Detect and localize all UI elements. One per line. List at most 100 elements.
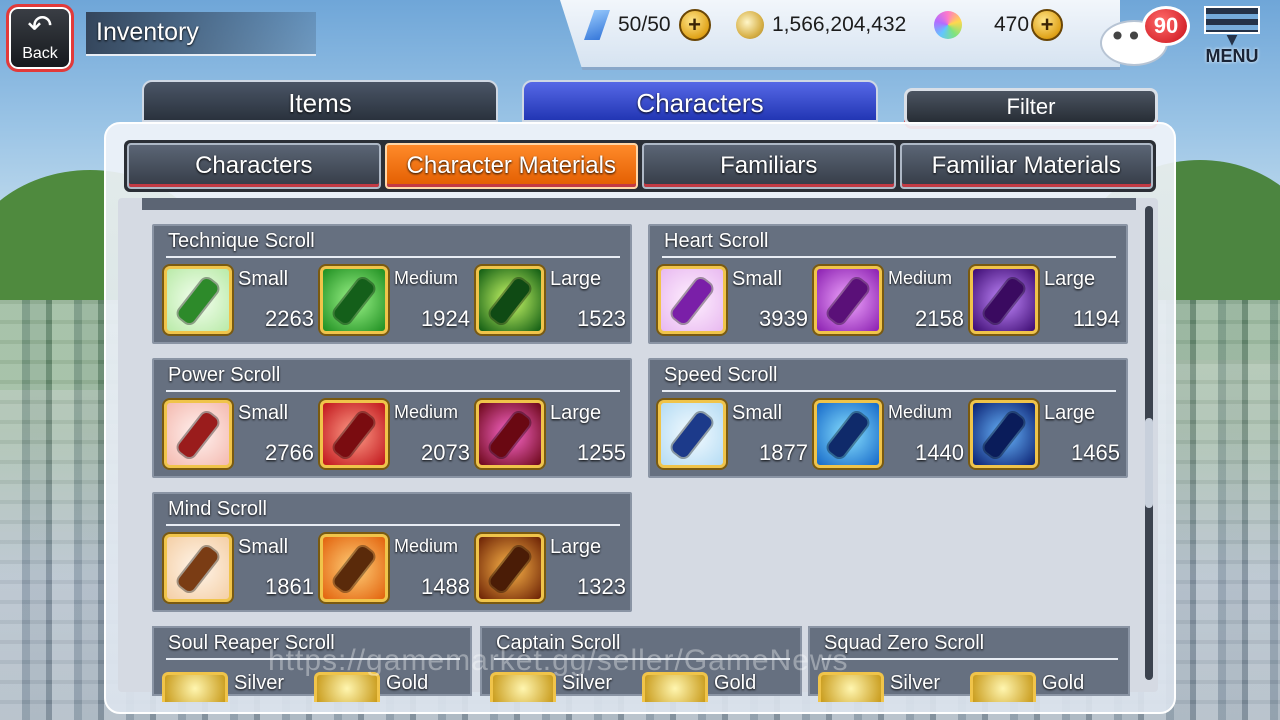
group-title: Mind Scroll [168, 498, 267, 520]
item-mind-small[interactable]: Small 1861 [164, 534, 314, 604]
item-size: Large [1044, 268, 1096, 290]
item-count: 2073 [421, 440, 470, 465]
item-size: Gold [1042, 672, 1085, 694]
scroll-icon [164, 534, 232, 602]
item-speed-small[interactable]: Small 1877 [658, 400, 808, 470]
item-heart-small[interactable]: Small 3939 [658, 266, 808, 336]
group-technique-scroll: Technique Scroll Small 2263 Medium 1924 … [152, 224, 632, 344]
item-size: Medium [394, 402, 459, 422]
subtab-characters[interactable]: Characters [127, 143, 381, 189]
scroll-icon [320, 266, 388, 334]
scroll-icon [658, 266, 726, 334]
item-power-small[interactable]: Small 2766 [164, 400, 314, 470]
tab-characters[interactable]: Characters [522, 80, 878, 122]
coin-icon [736, 11, 764, 39]
item-heart-medium[interactable]: Medium 2158 [814, 266, 964, 336]
add-stamina-button[interactable]: + [678, 9, 711, 41]
divider [822, 658, 1118, 660]
item-technique-medium[interactable]: Medium 1924 [320, 266, 470, 336]
item-soul-reaper-gold[interactable]: Gold [306, 672, 456, 712]
divider [166, 524, 620, 526]
scroll-icon [658, 400, 726, 468]
item-count: 1255 [577, 440, 626, 465]
item-size: Small [238, 268, 289, 290]
group-heart-scroll: Heart Scroll Small 3939 Medium 2158 Larg… [648, 224, 1128, 344]
scroll-icon [476, 534, 544, 602]
orbs-display: 470 + [934, 9, 1064, 41]
item-mind-medium[interactable]: Medium 1488 [320, 534, 470, 604]
tab-items[interactable]: Items [142, 80, 498, 122]
add-orbs-button[interactable]: + [1031, 9, 1064, 41]
item-size: Large [550, 536, 602, 558]
stamina-vial-icon [584, 10, 610, 40]
item-count: 1194 [1072, 306, 1120, 331]
item-power-medium[interactable]: Medium 2073 [320, 400, 470, 470]
item-speed-medium[interactable]: Medium 1440 [814, 400, 964, 470]
item-size: Medium [394, 268, 459, 288]
item-size: Small [238, 536, 289, 558]
notification-badge: 90 [1142, 6, 1190, 46]
menu-label: MENU [1205, 46, 1259, 66]
group-speed-scroll: Speed Scroll Small 1877 Medium 1440 Larg… [648, 358, 1128, 478]
group-title: Power Scroll [168, 364, 281, 386]
group-title: Technique Scroll [168, 230, 315, 252]
back-button[interactable]: ↶ Back [6, 4, 74, 72]
divider [662, 256, 1116, 258]
item-size: Small [732, 402, 783, 424]
sub-tab-bar: Characters Character Materials Familiars… [124, 140, 1156, 192]
subtab-familiar-materials[interactable]: Familiar Materials [899, 143, 1153, 189]
coins-display: 1,566,204,432 [736, 10, 906, 40]
item-squad-zero-gold[interactable]: Gold [962, 672, 1112, 712]
item-size: Medium [888, 268, 953, 288]
back-label: Back [22, 45, 58, 62]
scroll-icon [970, 266, 1038, 334]
item-technique-large[interactable]: Large 1523 [476, 266, 626, 336]
menu-button[interactable]: ▼ MENU [1198, 6, 1266, 70]
divider [166, 256, 620, 258]
item-captain-gold[interactable]: Gold [634, 672, 784, 712]
item-count: 1523 [577, 306, 626, 331]
group-mind-scroll: Mind Scroll Small 1861 Medium 1488 Large… [152, 492, 632, 612]
filter-button[interactable]: Filter [904, 88, 1158, 126]
scroll-icon [476, 266, 544, 334]
subtab-character-materials[interactable]: Character Materials [384, 143, 638, 189]
scroll-icon [970, 400, 1038, 468]
item-count: 1877 [759, 440, 808, 465]
item-size: Medium [888, 402, 953, 422]
subtab-familiars[interactable]: Familiars [642, 143, 896, 189]
item-count: 2766 [265, 440, 314, 465]
title-bar: Inventory [86, 12, 316, 56]
item-soul-reaper-silver[interactable]: Silver [154, 672, 304, 712]
chat-button[interactable]: ••• 90 [1100, 6, 1190, 70]
group-title: Heart Scroll [664, 230, 769, 252]
item-heart-large[interactable]: Large 1194 [970, 266, 1120, 336]
item-size: Large [550, 268, 602, 290]
item-size: Silver [890, 672, 941, 694]
item-count: 2263 [265, 306, 314, 331]
section-header-cut [142, 198, 1136, 210]
scrollbar-thumb[interactable] [1145, 418, 1153, 508]
scroll-icon [814, 266, 882, 334]
page-title: Inventory [96, 18, 199, 46]
chevron-down-icon: ▼ [1226, 32, 1238, 48]
item-squad-zero-silver[interactable]: Silver [810, 672, 960, 712]
group-power-scroll: Power Scroll Small 2766 Medium 2073 Larg… [152, 358, 632, 478]
item-speed-large[interactable]: Large 1465 [970, 400, 1120, 470]
scroll-icon [814, 400, 882, 468]
item-power-large[interactable]: Large 1255 [476, 400, 626, 470]
divider [662, 390, 1116, 392]
scroll-icon [320, 400, 388, 468]
item-count: 1488 [421, 574, 470, 599]
orbs-value: 470 [994, 13, 1030, 36]
item-mind-large[interactable]: Large 1323 [476, 534, 626, 604]
scroll-icon [164, 266, 232, 334]
item-size: Medium [394, 536, 459, 556]
item-size: Small [732, 268, 783, 290]
item-count: 1323 [577, 574, 626, 599]
item-captain-silver[interactable]: Silver [482, 672, 632, 712]
item-count: 1924 [421, 306, 470, 331]
scroll-icon [162, 672, 228, 702]
scroll-icon [164, 400, 232, 468]
item-technique-small[interactable]: Small 2263 [164, 266, 314, 336]
spirit-orb-icon [934, 11, 962, 39]
